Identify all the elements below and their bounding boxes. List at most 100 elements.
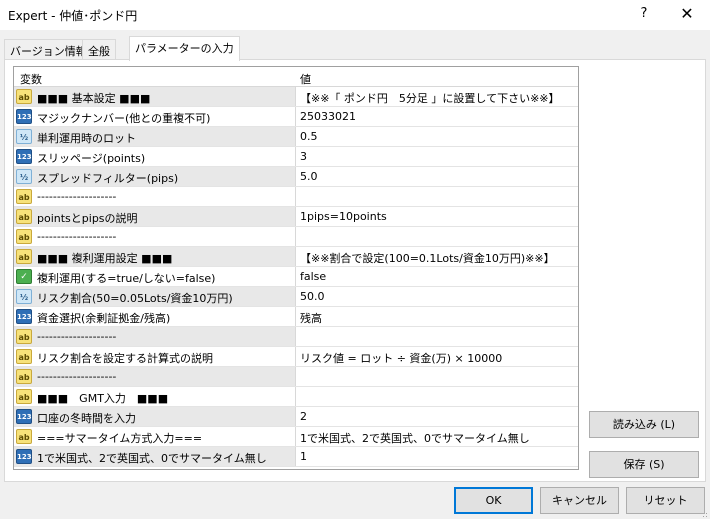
- string-type-icon: ab: [16, 189, 32, 204]
- variable-cell: ab --------------------: [14, 187, 296, 206]
- value-cell[interactable]: 0.5: [300, 130, 318, 143]
- string-type-icon: ab: [16, 329, 32, 344]
- string-type-icon: ab: [16, 229, 32, 244]
- variable-name: 口座の冬時間を入力: [37, 412, 136, 425]
- table-row[interactable]: ab pointsとpipsの説明 1pips=10points: [14, 207, 578, 227]
- integer-type-icon: 123: [16, 449, 32, 464]
- variable-name: 複利運用(する=true/しない=false): [37, 272, 216, 285]
- double-type-icon: ½: [16, 129, 32, 144]
- table-row[interactable]: ab ■■■ GMT入力 ■■■: [14, 387, 578, 407]
- string-type-icon: ab: [16, 249, 32, 264]
- column-header-variable[interactable]: 変数: [20, 71, 42, 87]
- variable-name: 1で米国式、2で英国式、0でサマータイム無し: [37, 452, 267, 465]
- value-cell[interactable]: 3: [300, 150, 307, 163]
- table-row[interactable]: ½ スプレッドフィルター(pips) 5.0: [14, 167, 578, 187]
- string-type-icon: ab: [16, 429, 32, 444]
- tab-label: バージョン情報: [10, 45, 87, 58]
- integer-type-icon: 123: [16, 309, 32, 324]
- variable-name: ■■■ GMT入力 ■■■: [37, 392, 169, 405]
- value-cell[interactable]: 25033021: [300, 110, 356, 123]
- string-type-icon: ab: [16, 89, 32, 104]
- bool-type-icon: ✓: [16, 269, 32, 284]
- variable-name: pointsとpipsの説明: [37, 212, 138, 225]
- value-cell[interactable]: 【※※「 ポンド円 5分足 」に設置して下さい※※】: [300, 90, 560, 106]
- ok-button[interactable]: OK: [454, 487, 533, 514]
- table-row[interactable]: ab ===サマータイム方式入力=== 1で米国式、2で英国式、0でサマータイム無し: [14, 427, 578, 447]
- variable-name: --------------------: [37, 370, 117, 383]
- string-type-icon: ab: [16, 369, 32, 384]
- title-bar: Expert - 仲値･ポンド円 ? ✕: [0, 0, 710, 30]
- close-button[interactable]: ✕: [666, 2, 708, 28]
- variable-name: マジックナンバー(他との重複不可): [37, 112, 211, 125]
- value-cell[interactable]: 残高: [300, 310, 322, 326]
- column-header-value[interactable]: 値: [300, 71, 311, 87]
- value-cell[interactable]: 5.0: [300, 170, 318, 183]
- tab-label: 全般: [88, 45, 110, 58]
- table-row[interactable]: ab ■■■ 基本設定 ■■■ 【※※「 ポンド円 5分足 」に設置して下さい※※】: [14, 87, 578, 107]
- variable-cell: 123 資金選択(余剰証拠金/残高): [14, 307, 296, 326]
- value-cell[interactable]: 【※※割合で設定(100=0.1Lots/資金10万円)※※】: [300, 250, 555, 266]
- tab-parameters[interactable]: パラメーターの入力: [129, 36, 240, 61]
- variable-name: 資金選択(余剰証拠金/残高): [37, 312, 171, 325]
- table-row[interactable]: ab ■■■ 複利運用設定 ■■■ 【※※割合で設定(100=0.1Lots/資金1…: [14, 247, 578, 267]
- variable-name: スプレッドフィルター(pips): [37, 172, 179, 185]
- double-type-icon: ½: [16, 289, 32, 304]
- variable-name: 単利運用時のロット: [37, 132, 136, 145]
- double-type-icon: ½: [16, 169, 32, 184]
- grid-header: 変数 値: [14, 67, 578, 87]
- value-cell[interactable]: false: [300, 270, 326, 283]
- integer-type-icon: 123: [16, 409, 32, 424]
- value-cell[interactable]: 50.0: [300, 290, 325, 303]
- table-row[interactable]: ab --------------------: [14, 227, 578, 247]
- value-cell[interactable]: リスク値 = ロット ÷ 資金(万) × 10000: [300, 350, 502, 366]
- variable-cell: 123 スリッページ(points): [14, 147, 296, 166]
- parameter-grid: 変数 値 ab ■■■ 基本設定 ■■■ 【※※「 ポンド円 5分足 」に設置して下…: [13, 66, 579, 470]
- table-row[interactable]: ab --------------------: [14, 327, 578, 347]
- variable-name: スリッページ(points): [37, 152, 146, 165]
- table-row[interactable]: ½ リスク割合(50=0.05Lots/資金10万円) 50.0: [14, 287, 578, 307]
- table-row[interactable]: 123 スリッページ(points) 3: [14, 147, 578, 167]
- reset-button[interactable]: リセット: [626, 487, 705, 514]
- load-button[interactable]: 読み込み (L): [589, 411, 699, 438]
- cancel-button[interactable]: キャンセル: [540, 487, 619, 514]
- variable-name: --------------------: [37, 330, 117, 343]
- tab-label: パラメーターの入力: [135, 42, 234, 55]
- variable-cell: 123 マジックナンバー(他との重複不可): [14, 107, 296, 126]
- variable-cell: ✓ 複利運用(する=true/しない=false): [14, 267, 296, 286]
- variable-cell: ab pointsとpipsの説明: [14, 207, 296, 226]
- variable-cell: ½ スプレッドフィルター(pips): [14, 167, 296, 186]
- help-button[interactable]: ?: [624, 2, 664, 28]
- table-row[interactable]: ab --------------------: [14, 367, 578, 387]
- integer-type-icon: 123: [16, 149, 32, 164]
- variable-cell: ab ■■■ 基本設定 ■■■: [14, 87, 296, 106]
- table-row[interactable]: 123 1で米国式、2で英国式、0でサマータイム無し 1: [14, 447, 578, 467]
- value-cell[interactable]: 1: [300, 450, 307, 463]
- table-row[interactable]: 123 マジックナンバー(他との重複不可) 25033021: [14, 107, 578, 127]
- variable-cell: ½ リスク割合(50=0.05Lots/資金10万円): [14, 287, 296, 306]
- variable-name: ■■■ 複利運用設定 ■■■: [37, 252, 173, 265]
- variable-cell: ab --------------------: [14, 367, 296, 386]
- value-cell[interactable]: 2: [300, 410, 307, 423]
- variable-name: リスク割合を設定する計算式の説明: [37, 352, 213, 365]
- tab-general[interactable]: 全般: [82, 39, 116, 59]
- variable-cell: ½ 単利運用時のロット: [14, 127, 296, 146]
- value-cell[interactable]: 1pips=10points: [300, 210, 387, 223]
- save-button[interactable]: 保存 (S): [589, 451, 699, 478]
- table-row[interactable]: 123 口座の冬時間を入力 2: [14, 407, 578, 427]
- variable-name: --------------------: [37, 190, 117, 203]
- variable-name: ■■■ 基本設定 ■■■: [37, 92, 151, 105]
- table-row[interactable]: 123 資金選択(余剰証拠金/残高) 残高: [14, 307, 578, 327]
- string-type-icon: ab: [16, 349, 32, 364]
- table-row[interactable]: ½ 単利運用時のロット 0.5: [14, 127, 578, 147]
- value-cell[interactable]: 1で米国式、2で英国式、0でサマータイム無し: [300, 430, 530, 446]
- table-row[interactable]: ab リスク割合を設定する計算式の説明 リスク値 = ロット ÷ 資金(万) × 1…: [14, 347, 578, 367]
- tab-version-info[interactable]: バージョン情報: [4, 39, 93, 59]
- variable-cell: 123 口座の冬時間を入力: [14, 407, 296, 426]
- resize-grip-icon[interactable]: [700, 510, 708, 518]
- variable-cell: ab ===サマータイム方式入力===: [14, 427, 296, 446]
- variable-cell: ab ■■■ 複利運用設定 ■■■: [14, 247, 296, 266]
- table-row[interactable]: ✓ 複利運用(する=true/しない=false) false: [14, 267, 578, 287]
- string-type-icon: ab: [16, 209, 32, 224]
- variable-cell: 123 1で米国式、2で英国式、0でサマータイム無し: [14, 447, 296, 466]
- table-row[interactable]: ab --------------------: [14, 187, 578, 207]
